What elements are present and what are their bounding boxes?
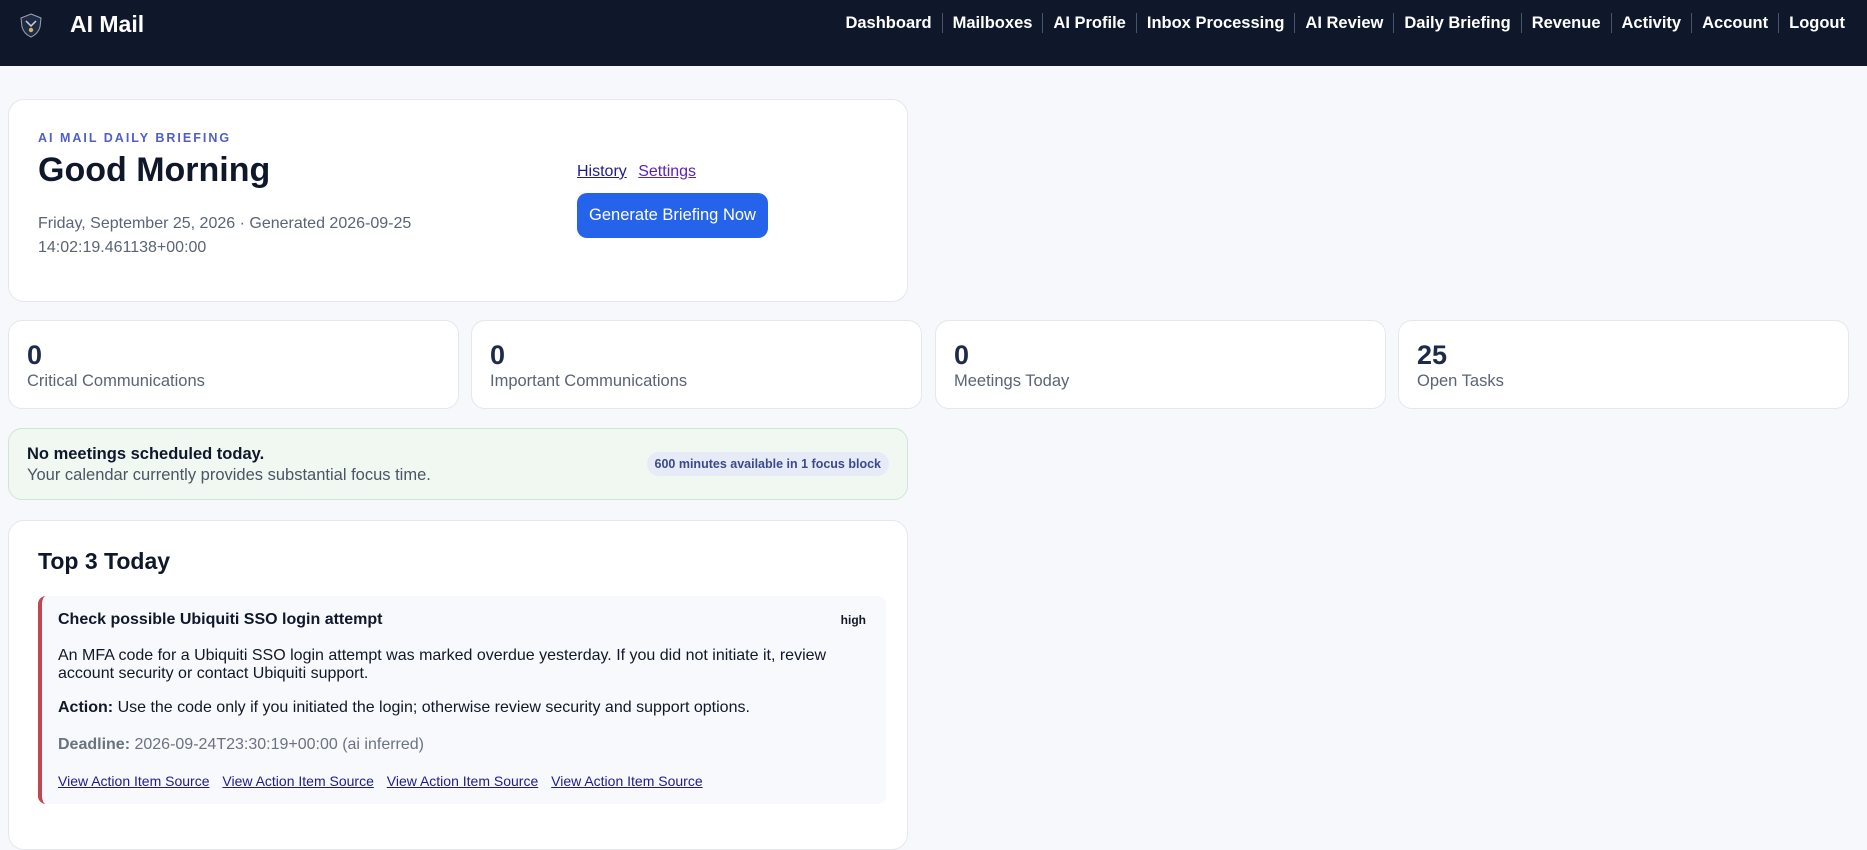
action-label: Action: xyxy=(58,699,114,716)
nav-activity[interactable]: Activity xyxy=(1610,13,1692,33)
top-three-card: Top 3 Today Check possible Ubiquiti SSO … xyxy=(8,520,908,850)
stat-label: Important Communications xyxy=(490,372,688,390)
main-nav: Dashboard Mailboxes AI Profile Inbox Pro… xyxy=(835,12,1845,34)
top-three-heading: Top 3 Today xyxy=(38,548,171,574)
source-links: View Action Item Source View Action Item… xyxy=(58,773,712,789)
stat-value: 0 xyxy=(490,340,506,370)
stat-label: Open Tasks xyxy=(1417,372,1504,390)
priority-item-title: Check possible Ubiquiti SSO login attemp… xyxy=(58,611,383,628)
stat-critical-communications: 0 Critical Communications xyxy=(8,320,459,409)
action-text: Use the code only if you initiated the l… xyxy=(117,699,750,716)
priority-item-description: An MFA code for a Ubiquiti SSO login att… xyxy=(58,647,827,682)
source-link[interactable]: View Action Item Source xyxy=(222,773,373,789)
deadline-label: Deadline: xyxy=(58,736,131,753)
nav-revenue[interactable]: Revenue xyxy=(1520,13,1611,33)
app-title[interactable]: AI Mail xyxy=(70,10,144,38)
nav-daily-briefing[interactable]: Daily Briefing xyxy=(1393,13,1520,33)
stat-meetings-today: 0 Meetings Today xyxy=(935,320,1386,409)
focus-time-badge: 600 minutes available in 1 focus block xyxy=(646,452,889,476)
stat-value: 0 xyxy=(27,340,43,370)
top-navbar: AI Mail Dashboard Mailboxes AI Profile I… xyxy=(0,0,1867,66)
settings-link[interactable]: Settings xyxy=(638,163,696,180)
deadline-text: 2026-09-24T23:30:19+00:00 (ai inferred) xyxy=(134,736,424,753)
nav-ai-review[interactable]: AI Review xyxy=(1294,13,1393,33)
source-link[interactable]: View Action Item Source xyxy=(551,773,702,789)
source-link[interactable]: View Action Item Source xyxy=(387,773,538,789)
nav-ai-profile[interactable]: AI Profile xyxy=(1042,13,1135,33)
stat-label: Critical Communications xyxy=(27,372,205,390)
hero-links: History Settings xyxy=(577,163,703,181)
priority-item: Check possible Ubiquiti SSO login attemp… xyxy=(38,596,886,804)
nav-logout[interactable]: Logout xyxy=(1778,13,1845,33)
generated-timestamp: Friday, September 25, 2026 · Generated 2… xyxy=(38,215,412,256)
generate-briefing-button[interactable]: Generate Briefing Now xyxy=(577,193,768,238)
focus-subtitle: Your calendar currently provides substan… xyxy=(27,466,431,484)
priority-badge: high xyxy=(840,613,866,627)
briefing-eyebrow: AI MAIL DAILY BRIEFING xyxy=(38,131,232,145)
stat-value: 0 xyxy=(954,340,970,370)
stat-label: Meetings Today xyxy=(954,372,1070,390)
nav-inbox-processing[interactable]: Inbox Processing xyxy=(1135,13,1295,33)
focus-time-banner: No meetings scheduled today. Your calend… xyxy=(8,428,908,500)
stat-important-communications: 0 Important Communications xyxy=(471,320,922,409)
priority-item-action: Action: Use the code only if you initiat… xyxy=(58,699,848,717)
history-link[interactable]: History xyxy=(577,163,627,180)
nav-account[interactable]: Account xyxy=(1691,13,1778,33)
shield-crest-icon[interactable] xyxy=(18,12,44,38)
stat-value: 25 xyxy=(1417,340,1448,370)
stat-open-tasks: 25 Open Tasks xyxy=(1398,320,1849,409)
greeting-heading: Good Morning xyxy=(38,151,271,189)
priority-item-deadline: Deadline: 2026-09-24T23:30:19+00:00 (ai … xyxy=(58,736,424,754)
focus-title: No meetings scheduled today. xyxy=(27,445,265,463)
source-link[interactable]: View Action Item Source xyxy=(58,773,209,789)
nav-dashboard[interactable]: Dashboard xyxy=(835,13,941,33)
briefing-hero-card: AI MAIL DAILY BRIEFING Good Morning Frid… xyxy=(8,99,908,302)
nav-mailboxes[interactable]: Mailboxes xyxy=(941,13,1043,33)
